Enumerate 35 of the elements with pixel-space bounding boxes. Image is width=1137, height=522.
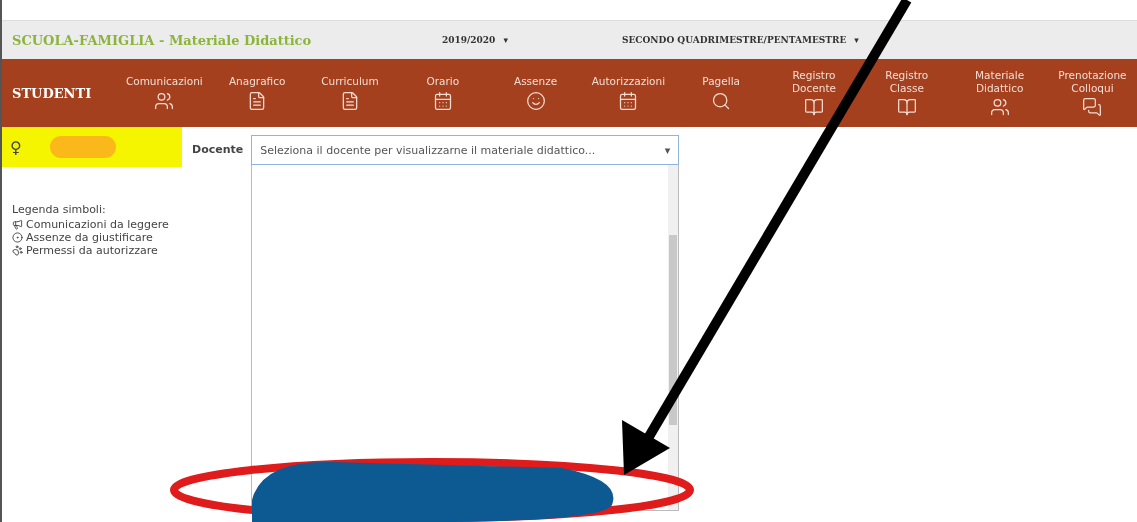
nav-item[interactable]: Pagella xyxy=(680,75,762,111)
scrollbar[interactable] xyxy=(668,165,679,510)
nav-item[interactable]: Assenze xyxy=(495,75,577,111)
nav-item[interactable]: Prenotazione Colloqui xyxy=(1051,69,1133,117)
year-dropdown[interactable]: 2019/2020 ▾ xyxy=(442,35,622,45)
book-icon xyxy=(804,96,824,117)
section-title: STUDENTI xyxy=(12,85,93,101)
nav-item[interactable]: Anagrafico xyxy=(216,75,298,111)
nav-item[interactable]: Registro Classe xyxy=(866,69,948,117)
nav-item[interactable]: Comunicazioni xyxy=(123,75,205,111)
nav-item[interactable]: Autorizzazioni xyxy=(587,75,669,111)
page-title: SCUOLA-FAMIGLIA - Materiale Didattico xyxy=(12,32,313,48)
field-label: Docente xyxy=(192,143,244,156)
legend-text: Assenze da giustificare xyxy=(26,231,153,244)
nav-item[interactable]: Orario xyxy=(402,75,484,111)
period-dropdown[interactable]: SECONDO QUADRIMESTRE/PENTAMESTRE ▾ xyxy=(622,35,859,45)
users-icon xyxy=(154,90,175,111)
legend-text: Comunicazioni da leggere xyxy=(26,218,169,231)
nav-item[interactable]: Materiale Didattico xyxy=(959,69,1041,117)
legend-title: Legenda simboli: xyxy=(12,203,107,216)
teacher-select[interactable]: Seleziona il docente per visualizzarne il materiale didattico... ▾ xyxy=(251,135,680,165)
users-icon xyxy=(989,96,1010,117)
nav-item[interactable]: Registro Docente xyxy=(773,69,855,117)
nav-item[interactable]: Curriculum xyxy=(309,75,391,111)
book-icon xyxy=(896,96,917,117)
redaction-blob xyxy=(49,136,116,158)
legend-text: Permessi da autorizzare xyxy=(26,244,158,257)
smile-icon xyxy=(525,90,546,111)
female-symbol: ♀ xyxy=(10,137,22,157)
paw-icon xyxy=(12,245,23,256)
calendar-icon xyxy=(432,90,453,111)
megaphone-icon xyxy=(12,219,23,230)
calendar-icon xyxy=(618,90,639,111)
chat-icon xyxy=(1082,96,1103,117)
search-icon xyxy=(711,90,732,111)
